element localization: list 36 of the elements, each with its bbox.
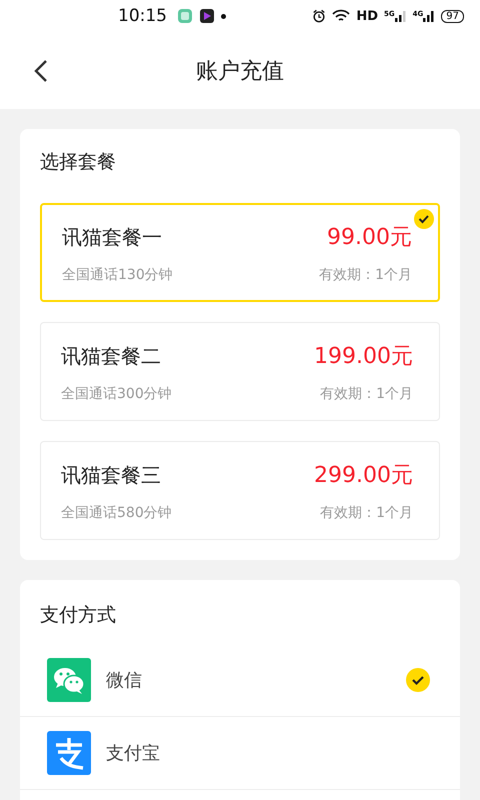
network-label: HD [356, 8, 378, 24]
plan-validity: 有效期：1个月 [320, 384, 413, 402]
plan-price: 99.00元 [327, 224, 412, 252]
plan-option[interactable]: 讯猫套餐三 299.00元 全国通话580分钟 有效期：1个月 [40, 441, 440, 540]
plan-name: 讯猫套餐二 [61, 342, 161, 370]
alarm-icon [312, 9, 326, 23]
plan-validity: 有效期：1个月 [320, 504, 413, 522]
payment-label: 微信 [106, 669, 142, 692]
status-time: 10:15 [118, 6, 167, 26]
payment-option[interactable]: 微信 [20, 644, 460, 717]
payment-logo-icon [47, 731, 91, 775]
signal-icon [394, 10, 407, 22]
app-icon [177, 8, 193, 24]
battery-indicator: 97 [441, 10, 464, 22]
plan-name: 讯猫套餐一 [62, 224, 162, 250]
back-icon[interactable] [34, 58, 48, 82]
payment-label: 支付宝 [106, 742, 160, 765]
plan-minutes: 全国通话130分钟 [62, 266, 173, 284]
plan-price: 199.00元 [314, 342, 413, 370]
plan-minutes: 全国通话300分钟 [61, 384, 172, 402]
plan-validity: 有效期：1个月 [319, 266, 412, 284]
plan-minutes: 全国通话580分钟 [61, 504, 172, 522]
plan-name: 讯猫套餐三 [61, 462, 161, 488]
section-title: 选择套餐 [40, 150, 117, 175]
plan-option[interactable]: 讯猫套餐一 99.00元 全国通话130分钟 有效期：1个月 [40, 203, 440, 302]
wifi-icon [332, 9, 350, 23]
plan-option[interactable]: 讯猫套餐二 199.00元 全国通话300分钟 有效期：1个月 [40, 322, 440, 421]
chat-bubbles-icon [47, 658, 91, 702]
payment-option[interactable]: 支付宝 [20, 717, 460, 790]
section-title: 支付方式 [39, 603, 117, 628]
signal-icon [423, 10, 436, 22]
plan-price: 299.00元 [314, 462, 413, 490]
notification-dot [221, 14, 226, 18]
play-icon [199, 8, 215, 24]
page-title: 账户充值 [196, 58, 284, 86]
check-icon [414, 209, 434, 229]
